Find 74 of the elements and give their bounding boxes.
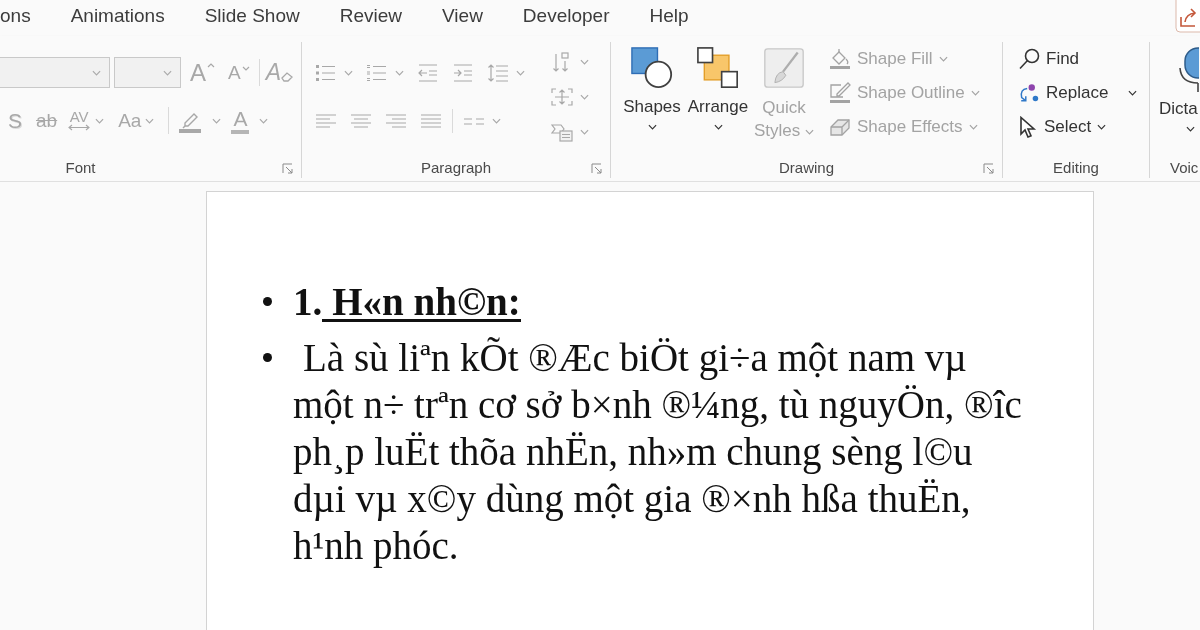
shapes-button[interactable]: Shapes — [619, 47, 685, 158]
line-spacing-icon — [487, 62, 509, 83]
chevron-down-icon — [344, 69, 353, 76]
arrange-button[interactable]: Arrange — [685, 47, 751, 158]
chevron-down-icon — [516, 69, 525, 76]
ribbon-tab[interactable]: Review — [319, 0, 422, 34]
chevron-down-icon — [95, 117, 105, 124]
dialog-launcher-icon[interactable] — [983, 162, 994, 174]
dialog-launcher-icon[interactable] — [282, 162, 293, 174]
chevron-down-icon — [970, 90, 980, 96]
dictate-button[interactable]: Dicta — [1159, 46, 1199, 132]
bullet-icon — [263, 353, 272, 362]
bulleted-list-icon — [315, 62, 337, 83]
chevron-down-icon — [580, 94, 589, 100]
ribbon-tab[interactable]: Developer — [502, 0, 630, 34]
group-label: Voic — [1170, 158, 1199, 178]
numbered-list-icon — [366, 62, 388, 83]
body-text: Là sù liªn kÕt ®Æc biÖt gi÷a một nam vµ một n÷ trªn cơ sở b×nh ®¼ng, tù nguyÖn, ®îc ph¸p luËt thõa nhËn, nh»m chung sèng l©u dµi vµ x©y dùng một gia ®×nh hßa thuËn, h¹nh phóc. — [293, 335, 1023, 569]
microphone-icon — [1179, 46, 1199, 92]
increase-indent-icon — [452, 62, 474, 83]
overlapping-squares-icon — [697, 47, 739, 89]
chevron-down-icon — [212, 117, 222, 124]
share-icon[interactable] — [1174, 0, 1200, 34]
chevron-down-icon — [1128, 90, 1138, 96]
group-label: Font — [65, 158, 96, 178]
bullet-icon — [263, 297, 272, 306]
align-right-icon — [385, 112, 407, 129]
chevron-down-icon — [968, 124, 978, 130]
chevron-down-icon — [163, 69, 172, 76]
paint-bucket-icon — [829, 48, 851, 70]
align-left-icon — [315, 112, 337, 129]
chevron-down-icon — [938, 56, 948, 62]
chevron-down-icon — [1186, 126, 1195, 132]
square-and-circle-icon — [631, 47, 673, 89]
caret-down-icon — [241, 65, 250, 71]
ribbon-tab[interactable]: ons — [0, 0, 51, 34]
chevron-down-icon — [713, 124, 723, 130]
chevron-down-icon — [647, 124, 657, 130]
cursor-icon — [1018, 116, 1038, 138]
group-label: Paragraph — [420, 158, 492, 178]
chevron-down-icon — [805, 128, 814, 135]
align-text-icon — [551, 87, 573, 107]
paintbrush-icon — [763, 47, 805, 89]
ribbon-tab[interactable]: Slide Show — [184, 0, 320, 34]
justify-icon — [420, 112, 442, 129]
chevron-down-icon — [580, 129, 589, 135]
double-arrow-icon — [68, 124, 91, 131]
chevron-down-icon — [395, 69, 404, 76]
chevron-down-icon — [145, 117, 155, 124]
eraser-icon — [281, 71, 295, 82]
chevron-down-icon — [259, 117, 269, 124]
heading-number: 1. — [293, 279, 323, 325]
cube-icon — [829, 117, 851, 137]
decrease-indent-icon — [417, 62, 439, 83]
ribbon-tab[interactable]: Help — [629, 0, 709, 34]
group-label: Drawing — [779, 158, 834, 178]
replace-icon — [1018, 82, 1040, 104]
ribbon-tab[interactable]: View — [422, 0, 503, 34]
chevron-down-icon — [580, 59, 589, 65]
chevron-down-icon — [1097, 124, 1107, 130]
select-button[interactable]: Select — [1018, 112, 1149, 142]
pencil-icon — [829, 82, 851, 104]
ribbon-tab[interactable]: Animations — [50, 0, 185, 34]
search-icon — [1018, 48, 1040, 70]
caret-up-icon — [207, 62, 215, 68]
chevron-down-icon — [92, 69, 101, 76]
group-label: Editing — [1053, 158, 1099, 178]
dialog-launcher-icon[interactable] — [591, 162, 602, 174]
replace-button[interactable]: Replace — [1018, 78, 1149, 108]
columns-icon — [463, 115, 485, 126]
chevron-down-icon — [492, 117, 501, 124]
find-button[interactable]: Find — [1018, 44, 1149, 74]
smartart-icon — [551, 122, 573, 142]
align-center-icon — [350, 112, 372, 129]
